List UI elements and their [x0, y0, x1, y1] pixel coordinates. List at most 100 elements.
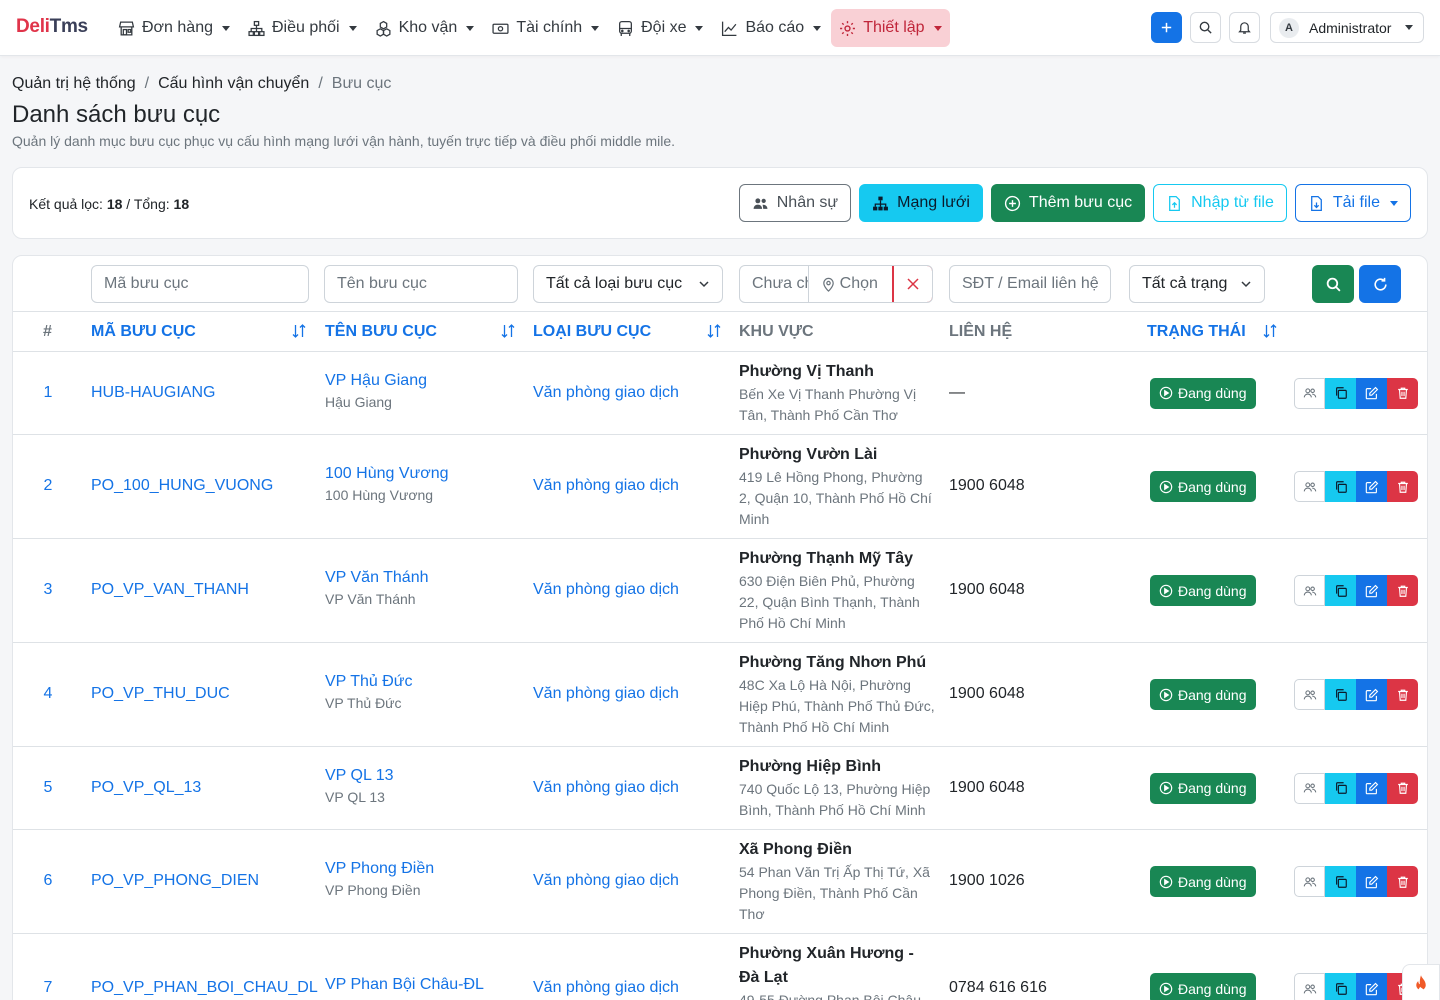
status-badge[interactable]: Đang dùng — [1150, 679, 1256, 710]
import-file-button[interactable]: Nhập từ file — [1153, 184, 1287, 222]
staff-action-button[interactable] — [1294, 866, 1325, 897]
staff-button[interactable]: Nhân sự — [738, 184, 852, 222]
breadcrumb-item[interactable]: Cấu hình vận chuyển — [158, 75, 309, 93]
row-name-link[interactable]: VP QL 13 — [325, 767, 394, 785]
contact-filter-input[interactable]: SĐT / Email liên hệ — [949, 265, 1111, 303]
copy-action-button[interactable] — [1325, 866, 1356, 897]
status-badge[interactable]: Đang dùng — [1150, 772, 1256, 804]
delete-action-button[interactable] — [1387, 866, 1418, 897]
row-type-link[interactable]: Văn phòng giao dịch — [533, 477, 679, 495]
name-filter-input[interactable]: Tên bưu cục — [324, 265, 518, 303]
row-index[interactable]: 5 — [13, 779, 83, 797]
edit-action-button[interactable] — [1356, 973, 1387, 1000]
delete-action-button[interactable] — [1387, 679, 1418, 710]
nav-item-settings[interactable]: Thiết lập — [831, 9, 950, 47]
edit-action-button[interactable] — [1356, 772, 1387, 804]
edit-action-button[interactable] — [1356, 575, 1387, 606]
row-name-link[interactable]: VP Thủ Đức — [325, 673, 413, 691]
area-choose-button[interactable]: Chọn — [809, 266, 894, 302]
search-button[interactable] — [1190, 12, 1221, 43]
row-name-link[interactable]: VP Phan Bội Châu-ĐL — [325, 976, 484, 994]
search-filter-button[interactable] — [1312, 265, 1354, 303]
row-code-link[interactable]: PO_VP_QL_13 — [91, 779, 201, 797]
add-post-office-button[interactable]: Thêm bưu cục — [990, 184, 1146, 222]
staff-action-button[interactable] — [1294, 973, 1325, 1000]
sort-icon[interactable] — [1262, 323, 1278, 339]
delete-action-button[interactable] — [1387, 772, 1418, 804]
row-type-link[interactable]: Văn phòng giao dịch — [533, 779, 679, 797]
row-code-link[interactable]: PO_VP_VAN_THANH — [91, 581, 249, 599]
status-badge[interactable]: Đang dùng — [1150, 575, 1256, 606]
copy-action-button[interactable] — [1325, 973, 1356, 1000]
reset-filter-button[interactable] — [1359, 265, 1401, 303]
row-name-link[interactable]: VP Hậu Giang — [325, 372, 427, 390]
row-index[interactable]: 3 — [13, 581, 83, 599]
notifications-button[interactable] — [1229, 12, 1260, 43]
row-type-link[interactable]: Văn phòng giao dịch — [533, 384, 679, 402]
sort-icon[interactable] — [291, 323, 307, 339]
code-filter-input[interactable]: Mã bưu cục — [91, 265, 309, 303]
row-name-link[interactable]: VP Văn Thánh — [325, 569, 429, 587]
download-file-button[interactable]: Tải file — [1294, 184, 1411, 222]
row-index[interactable]: 1 — [13, 384, 83, 402]
delete-action-button[interactable] — [1387, 471, 1418, 502]
delete-action-button[interactable] — [1387, 377, 1418, 409]
staff-action-button[interactable] — [1294, 471, 1325, 502]
sort-icon[interactable] — [706, 323, 722, 339]
breadcrumb-item[interactable]: Quản trị hệ thống — [12, 75, 136, 93]
row-type-link[interactable]: Văn phòng giao dịch — [533, 979, 679, 997]
col-code[interactable]: MÃ BƯU CỤC — [91, 323, 196, 341]
copy-action-button[interactable] — [1325, 377, 1356, 409]
nav-item-reports[interactable]: Báo cáo — [713, 9, 829, 47]
nav-item-finance[interactable]: Tài chính — [484, 9, 607, 47]
quick-add-button[interactable] — [1151, 12, 1182, 43]
status-badge[interactable]: Đang dùng — [1150, 377, 1256, 409]
row-name-link[interactable]: VP Phong Điền — [325, 860, 434, 878]
copy-action-button[interactable] — [1325, 679, 1356, 710]
edit-action-button[interactable] — [1356, 679, 1387, 710]
staff-action-button[interactable] — [1294, 679, 1325, 710]
staff-action-button[interactable] — [1294, 377, 1325, 409]
nav-item-fleet[interactable]: Đội xe — [609, 9, 711, 47]
status-badge[interactable]: Đang dùng — [1150, 866, 1256, 897]
row-code-link[interactable]: PO_100_HUNG_VUONG — [91, 477, 273, 495]
copy-action-button[interactable] — [1325, 772, 1356, 804]
col-status[interactable]: TRẠNG THÁI — [1147, 323, 1246, 341]
copy-action-button[interactable] — [1325, 575, 1356, 606]
row-code-link[interactable]: PO_VP_PHONG_DIEN — [91, 872, 259, 890]
edit-action-button[interactable] — [1356, 471, 1387, 502]
copy-action-button[interactable] — [1325, 471, 1356, 502]
row-index[interactable]: 4 — [13, 685, 83, 703]
status-badge[interactable]: Đang dùng — [1150, 471, 1256, 502]
delete-action-button[interactable] — [1387, 575, 1418, 606]
row-index[interactable]: 7 — [13, 979, 83, 997]
row-code-link[interactable]: PO_VP_THU_DUC — [91, 685, 230, 703]
fire-widget-button[interactable] — [1402, 964, 1440, 1000]
area-clear-button[interactable] — [893, 266, 932, 302]
row-type-link[interactable]: Văn phòng giao dịch — [533, 872, 679, 890]
row-code-link[interactable]: HUB-HAUGIANG — [91, 384, 215, 402]
row-index[interactable]: 6 — [13, 872, 83, 890]
nav-item-orders[interactable]: Đơn hàng — [110, 9, 238, 47]
status-badge[interactable]: Đang dùng — [1150, 973, 1256, 1000]
area-filter-input[interactable]: Chưa chọn — [740, 266, 809, 302]
staff-action-button[interactable] — [1294, 772, 1325, 804]
row-type-link[interactable]: Văn phòng giao dịch — [533, 581, 679, 599]
row-type-link[interactable]: Văn phòng giao dịch — [533, 685, 679, 703]
nav-item-warehouse[interactable]: Kho vận — [367, 9, 483, 47]
user-menu[interactable]: A Administrator — [1270, 12, 1424, 43]
nav-item-dispatch[interactable]: Điều phối — [240, 9, 365, 47]
row-index[interactable]: 2 — [13, 477, 83, 495]
app-logo[interactable]: DeliTms — [16, 16, 88, 38]
row-name-link[interactable]: 100 Hùng Vương — [325, 465, 449, 483]
edit-action-button[interactable] — [1356, 377, 1387, 409]
type-filter-select[interactable]: Tất cả loại bưu cục — [533, 265, 723, 303]
col-name[interactable]: TÊN BƯU CỤC — [325, 323, 437, 341]
network-button[interactable]: Mạng lưới — [859, 184, 983, 222]
staff-action-button[interactable] — [1294, 575, 1325, 606]
row-code-link[interactable]: PO_VP_PHAN_BOI_CHAU_DL — [91, 979, 318, 997]
col-type[interactable]: LOẠI BƯU CỤC — [533, 323, 651, 341]
edit-action-button[interactable] — [1356, 866, 1387, 897]
sort-icon[interactable] — [500, 323, 516, 339]
status-filter-select[interactable]: Tất cả trạng thái — [1129, 265, 1265, 303]
